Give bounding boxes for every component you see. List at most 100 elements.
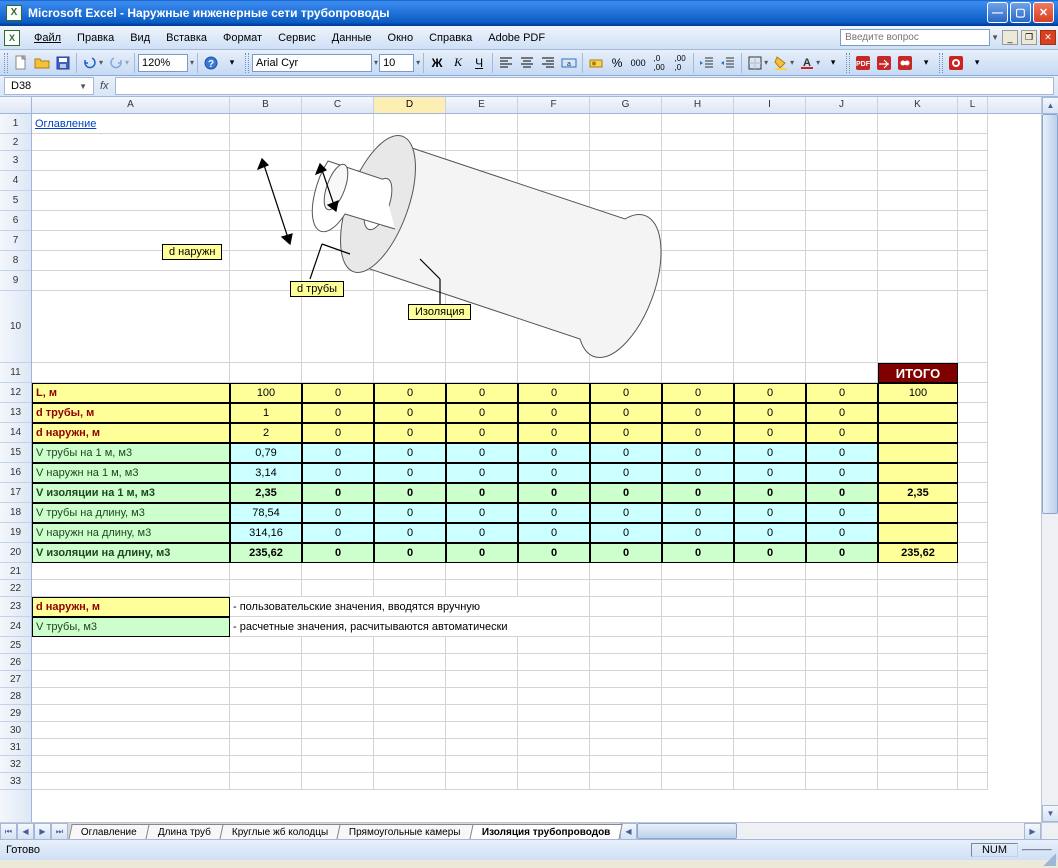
legend-user-label[interactable]: d наружн, м [32,597,230,617]
table-sum[interactable] [878,403,958,423]
cell[interactable] [518,705,590,722]
cell[interactable] [230,705,302,722]
cell[interactable] [518,151,590,171]
tab-first-button[interactable]: ⏮ [0,823,17,839]
row-header-18[interactable]: 18 [0,503,31,523]
cell[interactable] [806,688,878,705]
cell[interactable] [806,211,878,231]
cell[interactable] [662,688,734,705]
row-header-8[interactable]: 8 [0,251,31,271]
cell[interactable] [230,563,302,580]
cell[interactable] [230,251,302,271]
cell[interactable] [734,211,806,231]
menu-format[interactable]: Формат [215,29,270,47]
cell[interactable] [806,617,878,637]
cell[interactable] [302,291,374,363]
cell[interactable] [590,251,662,271]
cell[interactable] [518,251,590,271]
row-header-12[interactable]: 12 [0,383,31,403]
cell[interactable] [302,722,374,739]
cell[interactable] [958,423,988,443]
cell[interactable] [302,171,374,191]
cell[interactable] [302,114,374,134]
cell[interactable] [32,722,230,739]
cell[interactable] [958,363,988,383]
cell[interactable] [662,597,734,617]
undo-button[interactable]: ▾ [80,53,105,73]
cell[interactable] [32,563,230,580]
cell[interactable] [518,722,590,739]
cell[interactable] [662,756,734,773]
cell[interactable] [878,637,958,654]
cell[interactable] [958,403,988,423]
cell[interactable] [230,134,302,151]
menu-data[interactable]: Данные [324,29,380,47]
cell[interactable] [446,671,518,688]
cell[interactable] [878,654,958,671]
table-cell[interactable]: 0 [734,523,806,543]
table-cell[interactable]: 0 [374,383,446,403]
cell[interactable] [446,171,518,191]
cell[interactable] [806,739,878,756]
row-header-31[interactable]: 31 [0,739,31,756]
cell[interactable] [878,773,958,790]
cell[interactable] [302,705,374,722]
cell[interactable] [590,773,662,790]
cell[interactable] [958,191,988,211]
name-box-dropdown-icon[interactable]: ▼ [79,82,87,91]
cell[interactable] [662,251,734,271]
table-sum[interactable] [878,523,958,543]
cell[interactable] [878,251,958,271]
cell[interactable] [374,134,446,151]
cell[interactable] [230,722,302,739]
currency-button[interactable] [586,53,606,73]
cell[interactable] [806,563,878,580]
table-cell[interactable]: 0 [302,403,374,423]
cell[interactable] [878,231,958,251]
table-sum[interactable] [878,503,958,523]
cell[interactable] [32,134,230,151]
mdi-restore-button[interactable]: ❐ [1021,30,1037,45]
cell[interactable] [374,722,446,739]
cell[interactable] [230,114,302,134]
cell[interactable] [518,563,590,580]
row-header-28[interactable]: 28 [0,688,31,705]
row-header-21[interactable]: 21 [0,563,31,580]
cell[interactable] [446,211,518,231]
cell[interactable] [446,705,518,722]
table-cell[interactable]: 0 [446,463,518,483]
table-cell[interactable]: 2 [230,423,302,443]
cell[interactable] [518,114,590,134]
cell[interactable] [734,688,806,705]
cell[interactable] [302,211,374,231]
menu-adobe-pdf[interactable]: Adobe PDF [480,29,553,47]
cell[interactable] [32,654,230,671]
cell[interactable] [230,580,302,597]
table-cell[interactable]: 0 [806,423,878,443]
row-header-33[interactable]: 33 [0,773,31,790]
table-cell[interactable]: 0 [662,503,734,523]
cell[interactable] [32,191,230,211]
cell[interactable] [302,231,374,251]
table-cell[interactable]: 0 [374,463,446,483]
table-cell[interactable]: 0 [374,503,446,523]
underline-button[interactable]: Ч [469,53,489,73]
cell[interactable] [662,705,734,722]
cell[interactable] [734,617,806,637]
table-cell[interactable]: 0 [734,403,806,423]
cell[interactable] [958,543,988,563]
table-cell[interactable]: 0 [518,523,590,543]
cell[interactable] [878,597,958,617]
cell[interactable] [734,637,806,654]
table-cell[interactable]: 0 [662,383,734,403]
cell[interactable] [958,739,988,756]
cell[interactable] [806,654,878,671]
italic-button[interactable]: К [448,53,468,73]
cell[interactable] [374,654,446,671]
cell[interactable] [230,739,302,756]
cell[interactable] [662,654,734,671]
toolbar-grip-icon-2[interactable] [245,53,249,73]
align-right-button[interactable] [538,53,558,73]
cell[interactable] [734,363,806,383]
table-sum[interactable] [878,443,958,463]
